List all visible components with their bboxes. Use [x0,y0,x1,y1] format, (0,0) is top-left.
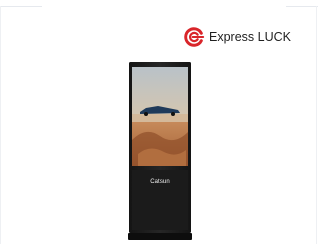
car-wheel-rear [171,112,175,116]
right-border [316,6,317,244]
express-luck-logo-icon [184,27,205,47]
top-border-right [286,6,318,7]
left-border [0,6,1,244]
product-page: Express LUCK Catsun [0,0,318,244]
brand-name: Express LUCK [209,30,291,44]
digital-signage-kiosk-image: Catsun [128,62,192,242]
car-wheel-front [144,112,148,116]
top-border-left [0,6,42,7]
kiosk-base [128,233,192,240]
brand-logo: Express LUCK [183,26,291,48]
kiosk-brand-label: Catsun [150,179,170,185]
kiosk-illustration [128,62,192,240]
